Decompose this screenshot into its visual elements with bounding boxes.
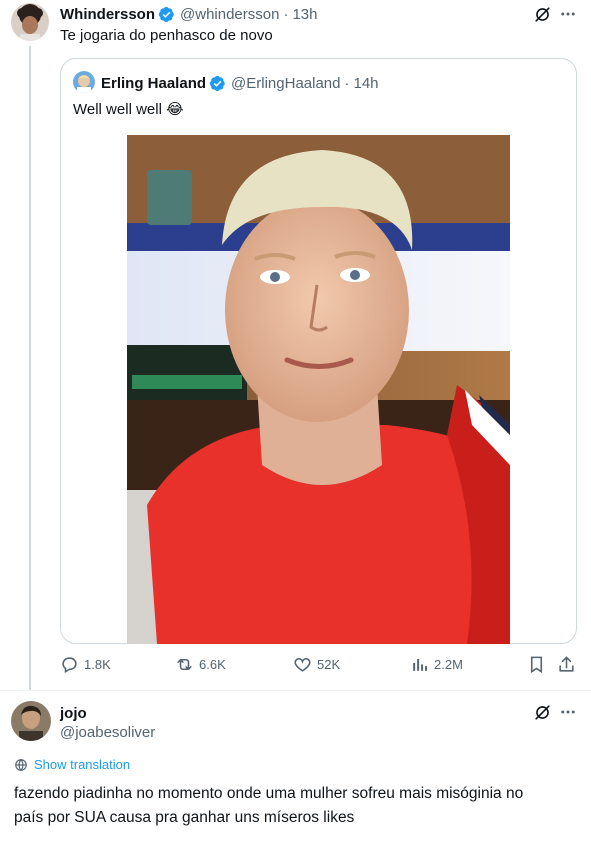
quoted-text: Well well well 😂 <box>73 100 184 120</box>
show-translation-label: Show translation <box>34 757 131 772</box>
reply-icon <box>62 657 77 674</box>
reply-handle-row: @joabesoliver <box>60 722 155 742</box>
repost-button[interactable]: 6.6K <box>175 655 226 674</box>
separator-dot: · <box>283 5 289 23</box>
post-text: Te jogaria do penhasco de novo <box>60 27 273 44</box>
more-options-icon[interactable] <box>557 701 579 723</box>
like-button[interactable]: 52K <box>293 655 340 674</box>
quoted-author-handle[interactable]: @ErlingHaaland <box>231 75 340 92</box>
reply-button[interactable]: 1.8K <box>60 655 111 674</box>
heart-icon <box>294 657 311 672</box>
grok-icon[interactable] <box>531 3 553 25</box>
grok-icon[interactable] <box>531 701 553 723</box>
jojo-avatar[interactable] <box>11 701 51 741</box>
share-button[interactable] <box>557 655 581 674</box>
globe-icon <box>15 758 27 771</box>
reply-author-name[interactable]: jojo <box>60 705 87 722</box>
more-options-icon[interactable] <box>557 3 579 25</box>
repost-icon <box>177 658 192 671</box>
reply-text-line-2: país por SUA causa pra ganhar uns mísero… <box>14 809 355 826</box>
separator-dot: · <box>344 74 350 92</box>
repost-count: 6.6K <box>199 657 226 672</box>
post-time[interactable]: 13h <box>292 6 317 23</box>
bookmark-button[interactable] <box>527 655 551 674</box>
post-header: Whindersson @whindersson · 13h <box>60 4 318 24</box>
quoted-post-card[interactable]: Erling Haaland @ErlingHaaland · 14h Well… <box>60 58 577 644</box>
views-button[interactable]: 2.2M <box>410 655 463 674</box>
bookmark-icon <box>530 656 543 674</box>
share-icon <box>559 656 574 672</box>
reply-text: fazendo piadinha no momento onde uma mul… <box>14 782 523 830</box>
reply-author-handle[interactable]: @joabesoliver <box>60 724 155 741</box>
post-divider <box>0 690 591 691</box>
author-handle[interactable]: @whindersson <box>180 6 279 23</box>
quoted-author-name[interactable]: Erling Haaland <box>101 75 206 92</box>
thread-line <box>29 46 31 690</box>
quoted-text-body: Well well well <box>73 101 162 118</box>
views-chart-icon <box>413 658 428 671</box>
quoted-post-photo[interactable] <box>127 135 510 644</box>
whindersson-avatar[interactable] <box>11 3 49 41</box>
like-count: 52K <box>317 657 341 672</box>
verified-badge-icon <box>158 6 175 23</box>
show-translation-link[interactable]: Show translation <box>14 757 130 772</box>
quoted-header: Erling Haaland @ErlingHaaland · 14h <box>101 73 379 93</box>
quoted-time[interactable]: 14h <box>353 75 378 92</box>
verified-badge-icon <box>209 75 226 92</box>
reply-count: 1.8K <box>84 657 111 672</box>
reply-header: jojo <box>60 703 87 723</box>
reply-text-line-1: fazendo piadinha no momento onde uma mul… <box>14 785 524 802</box>
haaland-avatar[interactable] <box>73 71 95 93</box>
author-name[interactable]: Whindersson <box>60 6 155 23</box>
laughing-emoji-icon: 😂 <box>166 101 184 118</box>
post-actions: 1.8K 6.6K 52K 2.2M <box>60 655 580 679</box>
views-count: 2.2M <box>434 657 463 672</box>
